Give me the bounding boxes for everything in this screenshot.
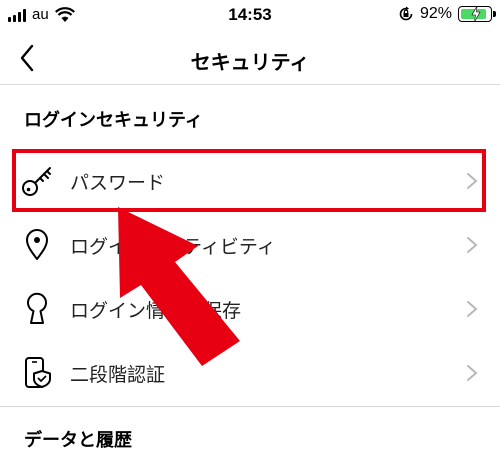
section-heading-data-history: データと履歴 (24, 430, 132, 451)
battery-percent: 92% (419, 5, 452, 22)
list-item-label: ログイン情報を保存 (70, 300, 242, 322)
status-bar: au 14:53 92% (0, 0, 500, 34)
list-item-saved-login-info[interactable]: ログイン情報を保存 (0, 278, 500, 340)
chevron-right-icon (467, 301, 478, 317)
section-divider (0, 406, 500, 407)
chevron-right-icon (467, 365, 478, 381)
phone-shield-icon (25, 357, 51, 388)
charging-bolt-icon (471, 6, 481, 22)
list-item-two-factor-auth[interactable]: 二段階認証 (0, 342, 500, 404)
key-icon (22, 167, 51, 196)
keyhole-icon (27, 292, 47, 324)
list-item-login-activity[interactable]: ログインアクティビティ (0, 214, 500, 276)
battery-icon (458, 6, 496, 22)
chevron-right-icon (467, 237, 478, 253)
list-item-label: パスワード (70, 172, 166, 194)
section-heading-login-security: ログインセキュリティ (24, 110, 203, 131)
orientation-lock-icon (399, 6, 413, 21)
list-item-password[interactable]: パスワード (0, 150, 500, 212)
page-title: セキュリティ (190, 50, 310, 74)
location-pin-icon (26, 229, 48, 260)
chevron-right-icon (467, 173, 478, 189)
list-item-label: ログインアクティビティ (70, 236, 276, 258)
navigation-bar: セキュリティ (0, 34, 500, 85)
list-item-label: 二段階認証 (70, 364, 166, 386)
status-right: 92% (398, 5, 496, 23)
